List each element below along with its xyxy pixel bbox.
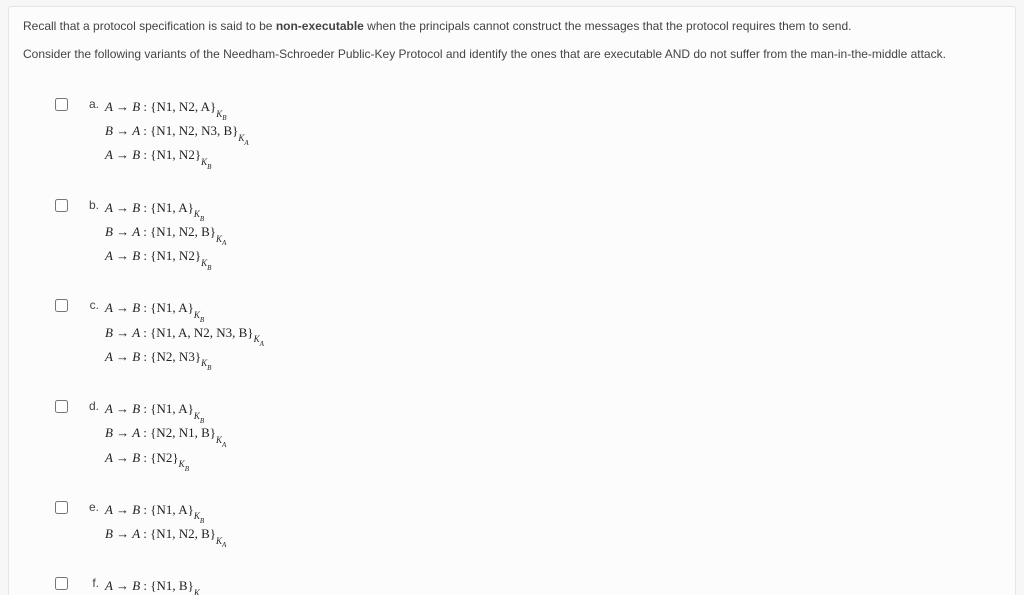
protocol-line: A → B : {N1, B}KB [105,576,226,595]
protocol-line: A → B : {N2}KB [105,448,226,472]
protocol-line: A → B : {N1, A}KB [105,399,226,423]
option-letter: f. [77,576,105,590]
protocol-line: B → A : {N2, N1, B}KA [105,423,226,447]
protocol-line: A → B : {N1, A}KB [105,198,226,222]
option-math: A → B : {N1, A}KBB → A : {N1, N2, B}KAA … [105,198,226,271]
intro-line-1: Recall that a protocol specification is … [23,17,1001,35]
question-intro: Recall that a protocol specification is … [23,17,1001,63]
option-checkbox[interactable] [55,299,68,312]
option-row: d.A → B : {N1, A}KBB → A : {N2, N1, B}KA… [23,399,1001,472]
option-row: f.A → B : {N1, B}KBB → A : {N1, B, N2}KA… [23,576,1001,595]
protocol-line: A → B : {N1, N2, A}KB [105,97,249,121]
protocol-line: B → A : {N1, A, N2, N3, B}KA [105,323,264,347]
intro-line-2: Consider the following variants of the N… [23,45,1001,63]
protocol-line: B → A : {N1, N2, B}KA [105,524,226,548]
option-checkbox[interactable] [55,98,68,111]
options-list: a.A → B : {N1, N2, A}KBB → A : {N1, N2, … [23,73,1001,595]
option-math: A → B : {N1, B}KBB → A : {N1, B, N2}KAA … [105,576,226,595]
intro-bold: non-executable [276,19,364,33]
option-math: A → B : {N1, A}KBB → A : {N1, A, N2, N3,… [105,298,264,371]
protocol-line: A → B : {N2, N3}KB [105,347,264,371]
option-row: a.A → B : {N1, N2, A}KBB → A : {N1, N2, … [23,97,1001,170]
protocol-line: B → A : {N1, N2, N3, B}KA [105,121,249,145]
protocol-line: A → B : {N1, A}KB [105,500,226,524]
option-letter: e. [77,500,105,514]
option-row: b.A → B : {N1, A}KBB → A : {N1, N2, B}KA… [23,198,1001,271]
protocol-line: A → B : {N1, A}KB [105,298,264,322]
option-row: c.A → B : {N1, A}KBB → A : {N1, A, N2, N… [23,298,1001,371]
option-letter: a. [77,97,105,111]
option-math: A → B : {N1, A}KBB → A : {N2, N1, B}KAA … [105,399,226,472]
option-math: A → B : {N1, A}KBB → A : {N1, N2, B}KA [105,500,226,548]
option-math: A → B : {N1, N2, A}KBB → A : {N1, N2, N3… [105,97,249,170]
option-checkbox[interactable] [55,577,68,590]
question-panel: Recall that a protocol specification is … [8,6,1016,595]
option-letter: b. [77,198,105,212]
protocol-line: A → B : {N1, N2}KB [105,246,226,270]
intro-text: when the principals cannot construct the… [364,19,852,33]
option-letter: d. [77,399,105,413]
option-row: e.A → B : {N1, A}KBB → A : {N1, N2, B}KA [23,500,1001,548]
intro-text: Recall that a protocol specification is … [23,19,276,33]
option-checkbox[interactable] [55,199,68,212]
option-letter: c. [77,298,105,312]
option-checkbox[interactable] [55,400,68,413]
protocol-line: B → A : {N1, N2, B}KA [105,222,226,246]
protocol-line: A → B : {N1, N2}KB [105,145,249,169]
option-checkbox[interactable] [55,501,68,514]
